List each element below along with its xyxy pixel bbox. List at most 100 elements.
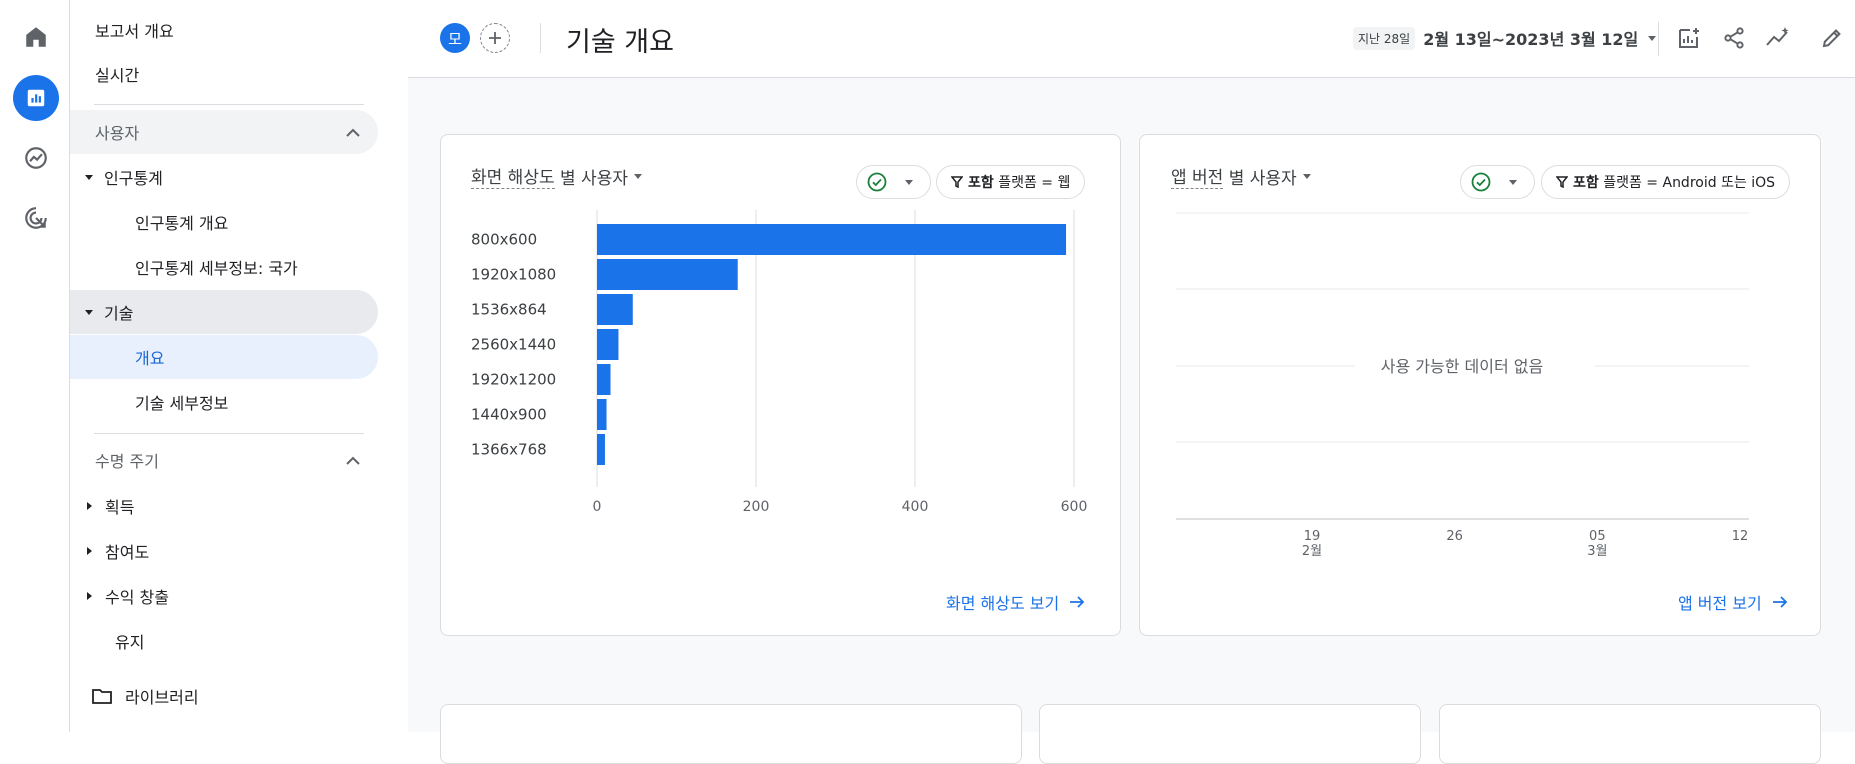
nav-tech-details[interactable]: 기술 세부정보 (70, 380, 378, 424)
home-icon[interactable] (13, 14, 59, 60)
caret-down-icon (1509, 179, 1517, 185)
bottom-card (440, 704, 1022, 764)
chevron-up-icon (346, 456, 360, 465)
edit-pencil-icon[interactable] (1815, 21, 1849, 55)
divider (540, 23, 541, 53)
x-tick-label: 19 (1304, 529, 1321, 544)
nav-label: 인구통계 세부정보: 국가 (135, 259, 298, 278)
nav-label: 개요 (135, 349, 165, 368)
nav-label: 참여도 (105, 543, 150, 562)
caret-down-icon (85, 174, 93, 180)
plus-icon (489, 32, 501, 44)
bar (597, 224, 1067, 255)
caret-down-icon (633, 173, 642, 179)
caret-right-icon (87, 547, 92, 555)
caret-down-icon (1648, 35, 1657, 41)
nav-label: 기술 (104, 304, 134, 323)
resolution-bar-chart: 0 200 400 600 800x600 1920x1080 1536x864 2560x1… (471, 210, 1088, 515)
report-navigation: 보고서 개요 실시간 사용자 인구통계 인구통계 개요 인구통계 세부정보: 국… (70, 0, 388, 732)
caret-down-icon (1302, 173, 1311, 179)
x-tick-label: 200 (743, 499, 770, 515)
metric-label: 별 사용자 (554, 168, 628, 189)
category-label: 2560x1440 (471, 336, 556, 354)
nav-realtime[interactable]: 실시간 (70, 52, 378, 96)
filter-icon (951, 176, 963, 188)
date-range-label: 2월 13일~2023년 3월 12일 (1423, 30, 1639, 49)
view-app-version-link[interactable]: 앱 버전 보기 (1678, 590, 1788, 614)
comparison-chip[interactable] (1460, 165, 1535, 199)
app-version-card: 앱 버전 별 사용자 포함 플랫폼 = Android 또는 iOS 사용 가능… (1139, 134, 1821, 636)
filter-text: 플랫폼 = Android 또는 iOS (1598, 175, 1776, 191)
divider (94, 104, 364, 105)
caret-right-icon (87, 502, 92, 510)
bar (597, 329, 619, 360)
nav-label: 기술 세부정보 (135, 394, 229, 413)
x-tick-month: 3월 (1587, 544, 1607, 559)
nav-label: 실시간 (95, 66, 140, 85)
nav-label: 보고서 개요 (95, 22, 174, 41)
bottom-card (1439, 704, 1821, 764)
x-tick-label: 600 (1061, 499, 1088, 515)
link-label: 앱 버전 보기 (1678, 594, 1762, 613)
arrow-right-icon (1070, 596, 1085, 608)
nav-label: 수익 창출 (105, 588, 169, 607)
filter-include-label: 포함 (1573, 175, 1599, 191)
card-title[interactable]: 화면 해상도 별 사용자 (471, 163, 642, 189)
category-label: 1536x864 (471, 301, 547, 319)
comparison-chip[interactable] (856, 165, 931, 199)
left-rail (0, 0, 70, 732)
arrow-right-icon (1772, 596, 1788, 608)
explore-icon[interactable] (13, 135, 59, 181)
caret-right-icon (87, 592, 92, 600)
filter-include-label: 포함 (968, 175, 994, 191)
nav-section-lifecycle[interactable]: 수명 주기 (70, 438, 378, 482)
date-badge: 지난 28일 (1353, 26, 1416, 50)
x-tick-label: 12 (1732, 529, 1749, 544)
nav-demographics-overview[interactable]: 인구통계 개요 (70, 200, 378, 244)
reports-icon[interactable] (13, 75, 59, 121)
main-content: 모 기술 개요 지난 28일 2월 13일~2023년 3월 12일 화면 해상… (408, 0, 1855, 764)
nav-engagement[interactable]: 참여도 (70, 529, 378, 573)
bar (597, 364, 611, 395)
share-icon[interactable] (1717, 21, 1751, 55)
view-resolution-link[interactable]: 화면 해상도 보기 (946, 590, 1085, 614)
avatar[interactable]: 모 (440, 23, 470, 53)
customize-report-icon[interactable] (1672, 21, 1706, 55)
x-tick-label: 400 (902, 499, 929, 515)
nav-section-users[interactable]: 사용자 (70, 110, 378, 154)
nav-label: 라이브러리 (125, 688, 199, 707)
nav-demographics[interactable]: 인구통계 (70, 155, 378, 199)
platform-filter-chip[interactable]: 포함 플랫폼 = Android 또는 iOS (1541, 165, 1791, 199)
x-tick-label: 05 (1589, 529, 1606, 544)
bottom-card (1039, 704, 1421, 764)
nav-label: 인구통계 개요 (135, 214, 229, 233)
dimension-label: 앱 버전 (1171, 163, 1224, 189)
bar (597, 434, 605, 465)
screen-resolution-card: 화면 해상도 별 사용자 포함 플랫폼 = 웹 0 200 400 600 800x60… (440, 134, 1121, 636)
insights-icon[interactable] (1761, 21, 1795, 55)
nav-library[interactable]: 라이브러리 (70, 674, 378, 718)
bar (597, 399, 607, 430)
no-data-message: 사용 가능한 데이터 없음 (1381, 357, 1543, 376)
advertising-icon[interactable] (13, 195, 59, 241)
bar (597, 259, 738, 290)
chevron-up-icon (346, 128, 360, 137)
avatar-letter: 모 (448, 29, 462, 48)
platform-filter-chip[interactable]: 포함 플랫폼 = 웹 (936, 165, 1086, 199)
nav-acquisition[interactable]: 획득 (70, 484, 378, 528)
card-title[interactable]: 앱 버전 별 사용자 (1171, 163, 1311, 189)
nav-tech-overview[interactable]: 개요 (70, 335, 378, 379)
nav-retention[interactable]: 유지 (70, 619, 378, 663)
nav-monetization[interactable]: 수익 창출 (70, 574, 378, 618)
nav-tech[interactable]: 기술 (70, 290, 378, 334)
x-tick-label: 0 (593, 499, 602, 515)
date-range-picker[interactable]: 지난 28일 2월 13일~2023년 3월 12일 (1353, 26, 1657, 50)
caret-down-icon (905, 179, 913, 185)
nav-reports-snapshot[interactable]: 보고서 개요 (70, 8, 378, 52)
category-label: 1920x1080 (471, 266, 556, 284)
nav-label: 유지 (115, 633, 145, 652)
add-comparison-button[interactable] (480, 23, 510, 53)
nav-section-label: 사용자 (95, 124, 140, 143)
check-circle-icon (867, 172, 887, 192)
nav-demographics-details[interactable]: 인구통계 세부정보: 국가 (70, 245, 378, 289)
